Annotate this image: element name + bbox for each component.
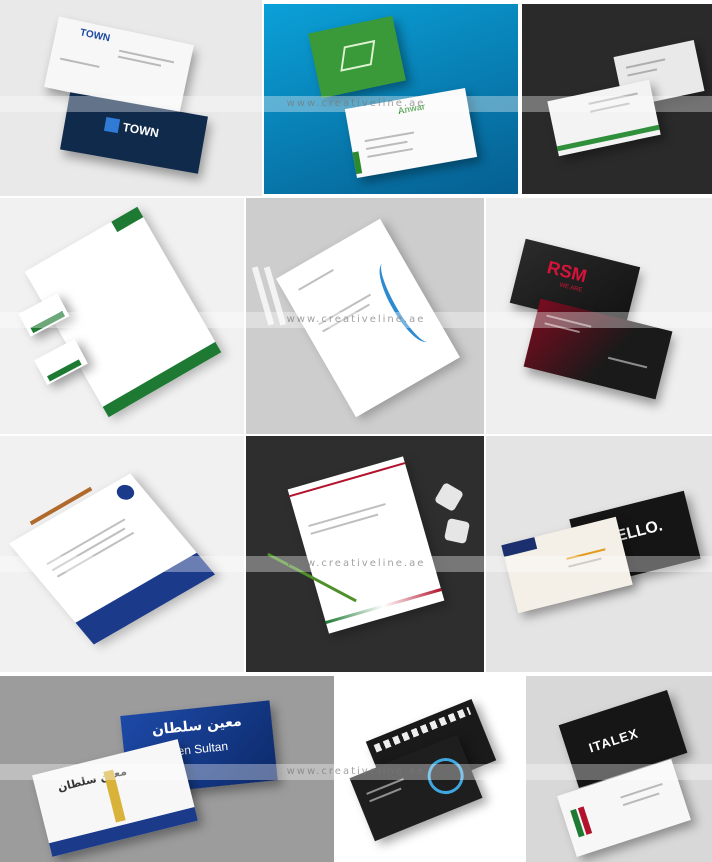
letterhead-sheet bbox=[287, 456, 445, 634]
tile-hello-business-card[interactable]: HELLO. bbox=[486, 436, 712, 672]
card-back bbox=[308, 15, 406, 99]
brand-logo: TOWN bbox=[78, 27, 111, 45]
brand-logo: RSM bbox=[545, 257, 589, 287]
brand-logo: ITALEX bbox=[586, 725, 641, 756]
card-front bbox=[547, 79, 661, 157]
tile-dark-letterhead[interactable] bbox=[246, 436, 484, 672]
card-front: معين سلطان bbox=[32, 739, 198, 857]
brand-logo: TOWN bbox=[121, 120, 160, 141]
watermark: www.creativeline.ae bbox=[0, 312, 712, 328]
tile-navy-pattern-letterhead[interactable] bbox=[0, 436, 244, 672]
watermark: www.creativeline.ae bbox=[0, 96, 712, 112]
watermark: www.creativeline.ae bbox=[0, 556, 712, 572]
watermark: www.creativeline.ae bbox=[0, 764, 712, 780]
brand-logo-ar: معين سلطان bbox=[151, 713, 243, 739]
